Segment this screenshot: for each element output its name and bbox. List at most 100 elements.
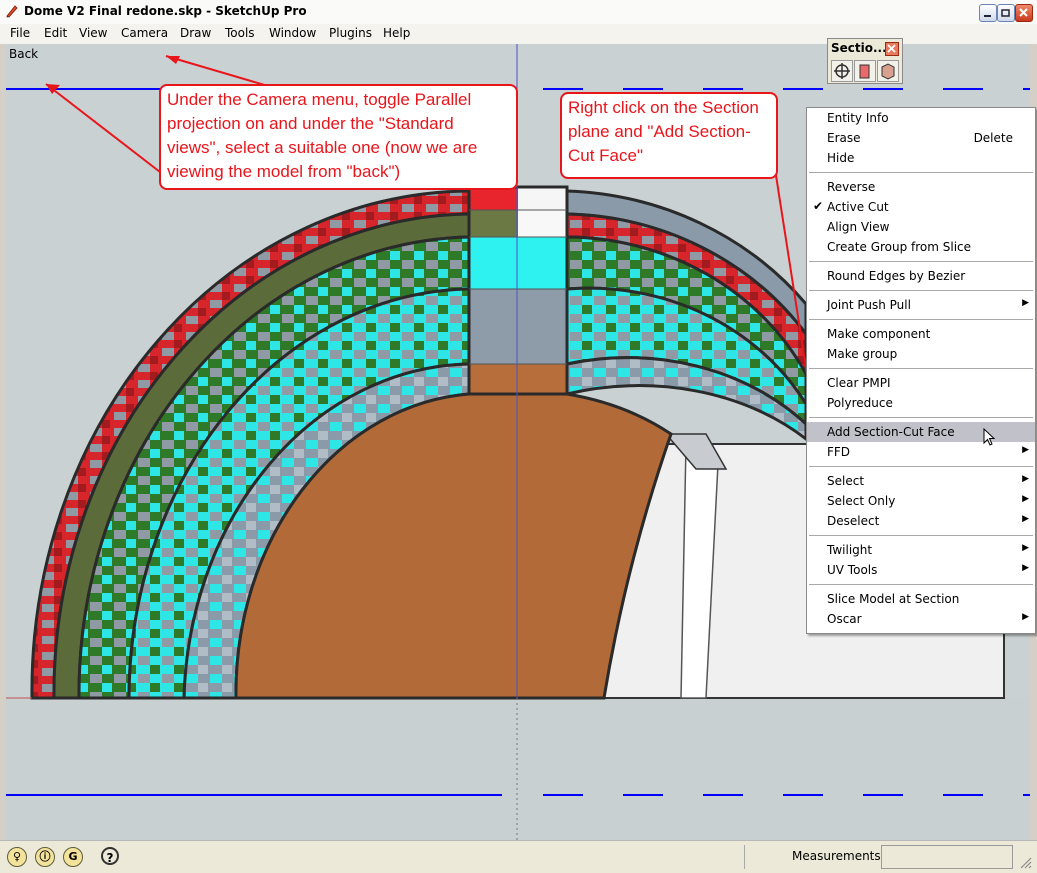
- window-titlebar: Dome V2 Final redone.skp - SketchUp Pro: [0, 0, 1037, 25]
- menu-item-label: Round Edges by Bezier: [827, 269, 966, 283]
- menu-separator: [809, 417, 1033, 418]
- menu-item-ffd[interactable]: FFD ▶: [807, 442, 1035, 462]
- menu-item-label: Create Group from Slice: [827, 240, 972, 254]
- menu-item-label: Polyreduce: [827, 396, 893, 410]
- minimize-icon: [984, 15, 991, 17]
- close-button[interactable]: [1015, 4, 1033, 22]
- help-icon[interactable]: ?: [101, 847, 119, 865]
- menu-item-label: Clear PMPI: [827, 376, 891, 390]
- menu-draw[interactable]: Draw: [180, 26, 211, 40]
- display-section-planes-button[interactable]: [854, 60, 876, 82]
- section-plane-icon: [834, 63, 850, 79]
- callout-camera-instructions: Under the Camera menu, toggle Parallel p…: [159, 84, 518, 190]
- submenu-arrow-icon: ▶: [1022, 563, 1029, 573]
- menu-item-label: Oscar: [827, 612, 862, 626]
- menu-item-label: Align View: [827, 220, 890, 234]
- menu-plugins[interactable]: Plugins: [329, 26, 372, 40]
- status-divider: [744, 845, 745, 869]
- window-title: Dome V2 Final redone.skp - SketchUp Pro: [24, 4, 307, 18]
- menu-item-label: Make group: [827, 347, 898, 361]
- google-sign-in-icon[interactable]: G: [63, 847, 83, 867]
- menu-item-erase[interactable]: Erase Delete: [807, 128, 1035, 148]
- menu-tools[interactable]: Tools: [225, 26, 255, 40]
- menu-item-label: Hide: [827, 151, 855, 165]
- menu-item-joint-push-pull[interactable]: Joint Push Pull ▶: [807, 295, 1035, 315]
- menu-separator: [809, 368, 1033, 369]
- menu-view[interactable]: View: [79, 26, 107, 40]
- menu-separator: [809, 261, 1033, 262]
- submenu-arrow-icon: ▶: [1022, 494, 1029, 504]
- menu-help[interactable]: Help: [383, 26, 410, 40]
- menu-separator: [809, 319, 1033, 320]
- menu-item-label: Make component: [827, 327, 931, 341]
- menu-item-active-cut[interactable]: ✔ Active Cut: [807, 197, 1035, 217]
- credits-icon[interactable]: ⓘ: [35, 847, 55, 867]
- display-section-cuts-button[interactable]: [877, 60, 899, 82]
- section-plane-tool-button[interactable]: [831, 60, 853, 82]
- section-toolbar-title: Sectio...: [831, 41, 887, 55]
- menu-separator: [809, 466, 1033, 467]
- close-icon: [1019, 8, 1028, 17]
- callout-section-instructions: Right click on the Section plane and "Ad…: [560, 92, 778, 179]
- close-icon: [887, 44, 896, 53]
- submenu-arrow-icon: ▶: [1022, 612, 1029, 622]
- menu-item-polyreduce[interactable]: Polyreduce: [807, 393, 1035, 413]
- section-toolbar-close-button[interactable]: [885, 42, 899, 56]
- menu-item-align-view[interactable]: Align View: [807, 217, 1035, 237]
- menu-item-label: Erase: [827, 131, 861, 145]
- menu-item-reverse[interactable]: Reverse: [807, 177, 1035, 197]
- menu-file[interactable]: File: [10, 26, 30, 40]
- menu-item-label: Add Section-Cut Face: [827, 425, 955, 439]
- menu-item-entity-info[interactable]: Entity Info: [807, 108, 1035, 128]
- menu-item-select-only[interactable]: Select Only ▶: [807, 491, 1035, 511]
- menu-separator: [809, 290, 1033, 291]
- menu-separator: [809, 172, 1033, 173]
- shortcut-label: Delete: [973, 131, 1013, 145]
- menu-window[interactable]: Window: [269, 26, 316, 40]
- menu-item-label: Entity Info: [827, 111, 889, 125]
- menu-camera[interactable]: Camera: [121, 26, 168, 40]
- menu-item-deselect[interactable]: Deselect ▶: [807, 511, 1035, 531]
- measurements-input[interactable]: [881, 845, 1013, 869]
- maximize-button[interactable]: [997, 4, 1015, 22]
- menu-item-add-section-cut-face[interactable]: Add Section-Cut Face: [807, 422, 1035, 446]
- menu-item-oscar[interactable]: Oscar ▶: [807, 609, 1035, 629]
- menu-item-label: Slice Model at Section: [827, 592, 960, 606]
- submenu-arrow-icon: ▶: [1022, 514, 1029, 524]
- menu-item-twilight[interactable]: Twilight ▶: [807, 540, 1035, 560]
- menu-separator: [809, 535, 1033, 536]
- menu-item-uv-tools[interactable]: UV Tools ▶: [807, 560, 1035, 580]
- menu-item-make-group[interactable]: Make group: [807, 344, 1035, 364]
- menu-item-make-component[interactable]: Make component: [807, 324, 1035, 344]
- geo-location-icon[interactable]: ♀: [7, 847, 27, 867]
- restore-icon: [1001, 9, 1010, 17]
- section-toolbar: Sectio...: [827, 38, 903, 84]
- menu-item-create-group-from-slice[interactable]: Create Group from Slice: [807, 237, 1035, 257]
- menu-item-label: Deselect: [827, 514, 880, 528]
- section-cuts-icon: [881, 63, 895, 80]
- menu-item-label: FFD: [827, 445, 851, 459]
- menu-item-clear-pmpi[interactable]: Clear PMPI: [807, 373, 1035, 393]
- menu-item-label: Joint Push Pull: [827, 298, 911, 312]
- status-bar: ♀ ⓘ G ? Measurements: [0, 840, 1037, 873]
- menu-item-label: Reverse: [827, 180, 876, 194]
- checkmark-icon: ✔: [813, 199, 824, 213]
- submenu-arrow-icon: ▶: [1022, 543, 1029, 553]
- menu-item-slice-model-at-section[interactable]: Slice Model at Section: [807, 589, 1035, 609]
- measurements-label: Measurements: [792, 849, 881, 863]
- context-menu: Entity Info Erase Delete Hide Reverse ✔ Ac…: [806, 107, 1036, 634]
- section-planes-icon: [859, 64, 870, 79]
- menu-item-label: UV Tools: [827, 563, 878, 577]
- menu-item-label: Select: [827, 474, 865, 488]
- submenu-arrow-icon: ▶: [1022, 298, 1029, 308]
- resize-grip-icon[interactable]: [1018, 855, 1032, 869]
- minimize-button[interactable]: [979, 4, 997, 22]
- submenu-arrow-icon: ▶: [1022, 445, 1029, 455]
- submenu-arrow-icon: ▶: [1022, 474, 1029, 484]
- view-label: Back: [9, 47, 39, 61]
- menu-item-hide[interactable]: Hide: [807, 148, 1035, 168]
- menu-item-label: Active Cut: [827, 200, 889, 214]
- menu-edit[interactable]: Edit: [44, 26, 67, 40]
- menu-item-select[interactable]: Select ▶: [807, 471, 1035, 491]
- menu-item-round-edges-by-bezier[interactable]: Round Edges by Bezier: [807, 266, 1035, 286]
